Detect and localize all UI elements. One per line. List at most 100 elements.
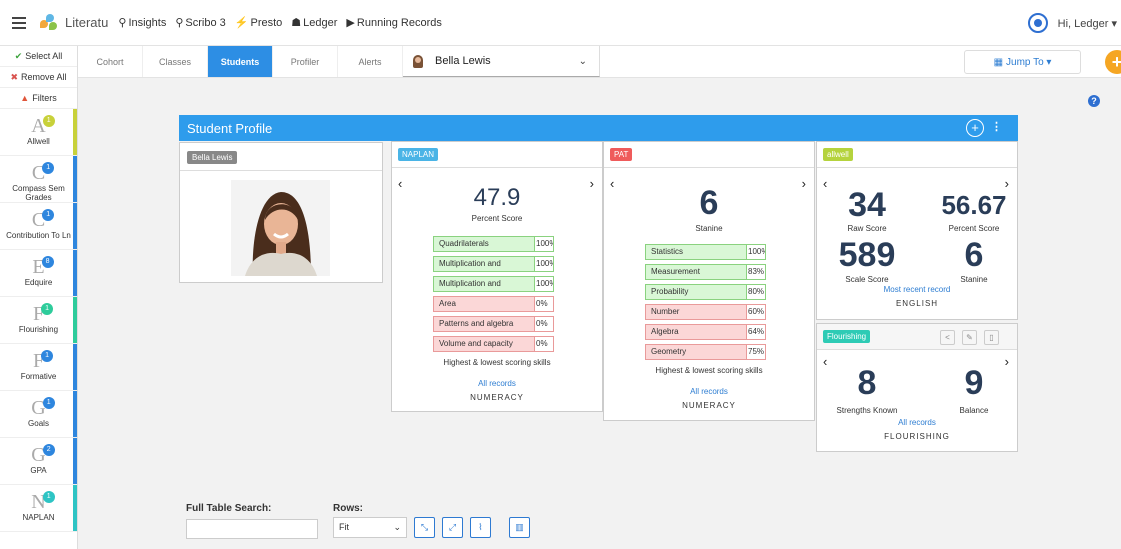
settings-gear-icon[interactable] <box>1027 13 1048 33</box>
skill-name: Probability <box>651 287 689 296</box>
select-all-button[interactable]: ✔ Select All <box>0 46 77 67</box>
line-chart-icon[interactable]: ⌇ <box>470 517 491 538</box>
flourishing-strengths: 8 <box>857 364 877 402</box>
tab-classes[interactable]: Classes <box>143 46 208 77</box>
flourishing-domain: FLOURISHING <box>884 432 950 441</box>
skill-percent: 100% <box>534 237 553 251</box>
nav-presto[interactable]: ⚡ Presto <box>235 16 283 30</box>
count-badge: 1 <box>41 303 54 315</box>
sidebar-item-compass-sem-grades[interactable]: C 1 Compass Sem Grades <box>0 156 77 203</box>
nav-insights[interactable]: ⚲ Insights <box>118 16 167 30</box>
nav-label: Insights <box>128 16 167 29</box>
sidebar-item-letter: E8 <box>32 256 54 278</box>
allwell-percent-score: 56.67 <box>941 190 1007 220</box>
expand-icon[interactable]: ⤢ <box>442 517 463 538</box>
edit-pencil-icon[interactable]: ✎ <box>962 330 977 345</box>
sidebar-item-gpa[interactable]: G 2 GPA <box>0 438 77 485</box>
sidebar-item-color-bar <box>73 156 77 202</box>
more-options-icon[interactable]: ⋮ <box>991 120 1002 133</box>
count-badge: 1 <box>42 397 55 409</box>
skill-row: Area 0% <box>433 296 554 312</box>
trash-icon[interactable]: ▯ <box>984 330 999 345</box>
skill-percent: 100% <box>746 245 765 259</box>
pat-all-records-link[interactable]: All records <box>604 387 814 396</box>
jump-to-button[interactable]: ▦ Jump To ▾ <box>964 50 1081 74</box>
add-plus-icon[interactable]: + <box>1105 50 1121 74</box>
rows-select[interactable]: Fit ⌄ <box>333 517 407 538</box>
hamburger-menu-icon[interactable] <box>12 14 26 32</box>
share-icon[interactable]: < <box>940 330 955 345</box>
sidebar-item-naplan[interactable]: N 1 NAPLAN <box>0 485 77 532</box>
student-name-tag: Bella Lewis <box>187 151 238 164</box>
bulb-icon: ⚲ <box>175 17 184 29</box>
pat-card: PAT ‹ › 6 Stanine Statistics100%Measurem… <box>603 141 815 421</box>
skill-name: Quadrilaterals <box>439 239 489 248</box>
sidebar-item-color-bar <box>73 297 77 343</box>
sidebar-item-label: Edquire <box>24 278 53 287</box>
add-widget-icon[interactable]: + <box>966 119 984 137</box>
skill-name: Volume and capacity <box>439 339 513 348</box>
pat-score-label: Stanine <box>695 224 723 233</box>
section-tabbar: Cohort Classes Students Profiler Alerts … <box>78 46 1121 78</box>
student-select-value: Bella Lewis <box>435 55 491 67</box>
flourishing-strengths-label: Strengths Known <box>836 406 898 415</box>
help-icon[interactable]: ? <box>1088 95 1100 107</box>
remove-all-button[interactable]: ✖ Remove All <box>0 67 77 88</box>
sidebar-item-letter: N1 <box>31 491 55 513</box>
allwell-tag: allwell <box>823 148 853 161</box>
chevron-right-icon[interactable]: › <box>1005 176 1009 191</box>
naplan-domain: NUMERACY <box>470 393 524 402</box>
flourishing-all-records-link[interactable]: All records <box>817 418 1017 427</box>
sidebar-item-color-bar <box>73 391 77 437</box>
brand-name[interactable]: Literatu <box>65 15 108 30</box>
collapse-icon[interactable]: ⤡ <box>414 517 435 538</box>
nav-ledger[interactable]: ☗ Ledger <box>291 16 337 30</box>
sidebar-item-edquire[interactable]: E 8 Edquire <box>0 250 77 297</box>
student-select-dropdown[interactable]: Bella Lewis ⌄ <box>403 46 600 77</box>
top-navbar: Literatu ⚲ Insights ⚲ Scribo 3 ⚡ Presto ☗ Le… <box>0 0 1121 46</box>
sidebar-item-formative[interactable]: F 1 Formative <box>0 344 77 391</box>
user-menu[interactable]: Hi, Ledger ▾ <box>1058 17 1117 30</box>
select-all-label: Select All <box>25 51 63 61</box>
skill-percent: 64% <box>746 325 765 339</box>
tab-cohort[interactable]: Cohort <box>78 46 143 77</box>
skill-percent: 83% <box>746 265 765 279</box>
allwell-recent-record-link[interactable]: Most recent record <box>817 285 1017 294</box>
tab-students[interactable]: Students <box>208 46 273 77</box>
sidebar-item-letter: F1 <box>33 350 54 372</box>
allwell-domain: ENGLISH <box>895 299 939 308</box>
sidebar-item-letter: G1 <box>31 397 55 419</box>
pat-score: 6 <box>699 184 719 222</box>
sidebar-item-color-bar <box>73 344 77 390</box>
naplan-tag: NAPLAN <box>398 148 439 161</box>
sidebar-item-color-bar <box>73 250 77 296</box>
sidebar-item-color-bar <box>73 485 77 531</box>
allwell-percent-label: Percent Score <box>948 224 1000 233</box>
naplan-score-label: Percent Score <box>471 214 523 223</box>
nav-running-records[interactable]: ▶ Running Records <box>346 16 441 30</box>
filters-button[interactable]: ▲ Filters <box>0 88 77 109</box>
flourishing-tag: Flourishing <box>823 330 871 343</box>
tab-alerts[interactable]: Alerts <box>338 46 403 77</box>
sidebar-item-label: Flourishing <box>18 325 59 334</box>
skill-row: Multiplication and 100% <box>433 256 554 272</box>
sidebar-item-allwell[interactable]: A 1 Allwell <box>0 109 77 156</box>
naplan-all-records-link[interactable]: All records <box>392 379 602 388</box>
nav-label: Scribo 3 <box>185 16 226 29</box>
literatu-logo-icon[interactable] <box>40 13 58 32</box>
sidebar-item-letter: C1 <box>32 162 55 184</box>
student-avatar-icon <box>413 54 423 68</box>
sidebar-item-flourishing[interactable]: F 1 Flourishing <box>0 297 77 344</box>
full-table-search-input[interactable] <box>186 519 318 539</box>
filters-label: Filters <box>32 93 57 103</box>
bar-chart-icon[interactable]: ▥ <box>509 517 530 538</box>
sidebar-item-color-bar <box>73 109 77 155</box>
tab-profiler[interactable]: Profiler <box>273 46 338 77</box>
sidebar-item-goals[interactable]: G 1 Goals <box>0 391 77 438</box>
sidebar-item-label: Goals <box>28 419 49 428</box>
skill-row: Geometry 75% <box>645 344 766 360</box>
nav-scribo[interactable]: ⚲ Scribo 3 <box>175 16 226 30</box>
sidebar-item-contribution-to-ln[interactable]: C 1 Contribution To Ln <box>0 203 77 250</box>
skill-row: Multiplication and 100% <box>433 276 554 292</box>
chevron-down-icon: ⌄ <box>393 522 401 532</box>
